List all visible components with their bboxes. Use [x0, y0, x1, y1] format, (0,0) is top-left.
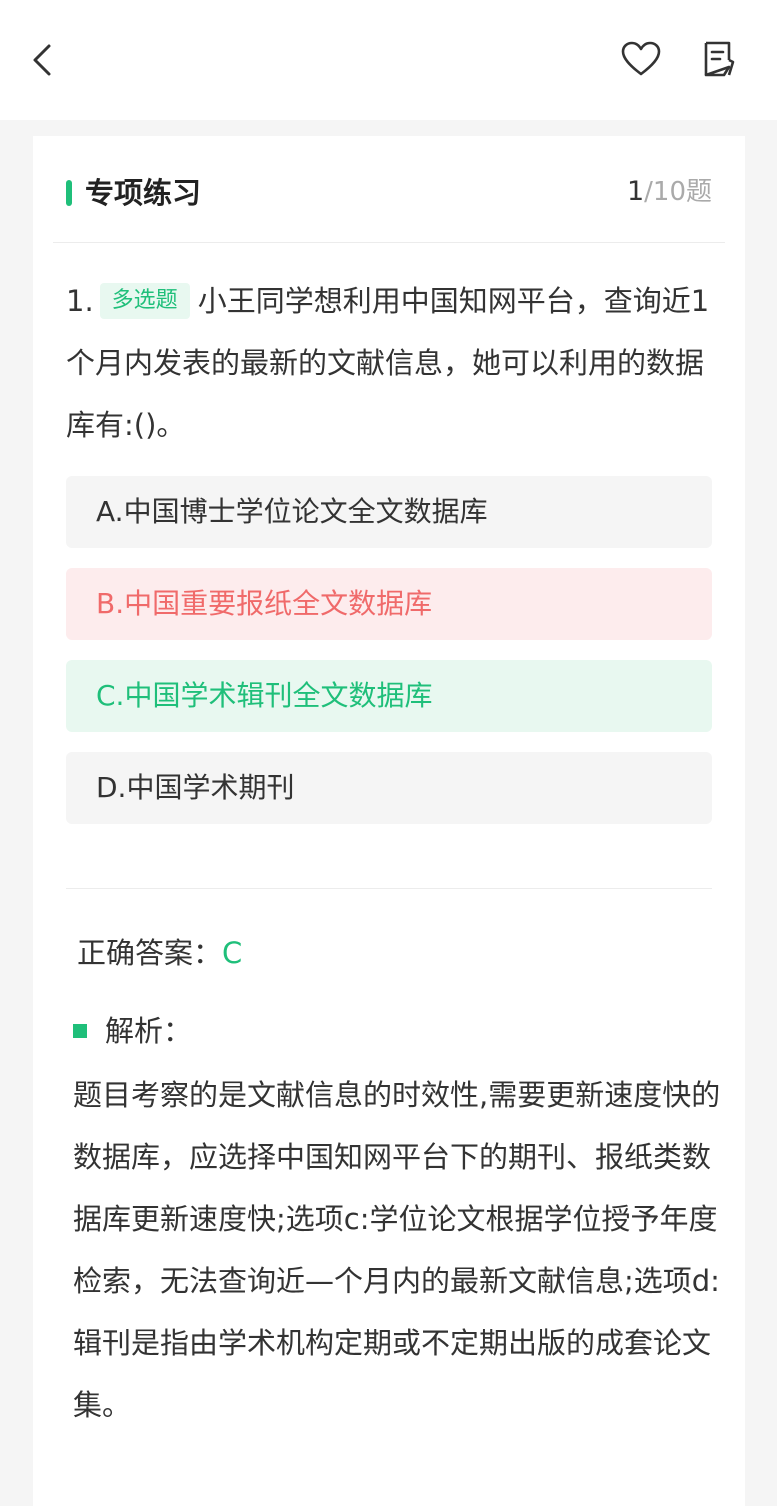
- answer-divider: [66, 888, 712, 889]
- question-counter: 1/10题: [627, 172, 712, 212]
- analysis-title: 解析：: [105, 1014, 193, 1048]
- analysis-header: 解析：: [73, 1006, 192, 1056]
- answer-value: C: [222, 936, 243, 970]
- question-card: 专项练习 1/10题 1. 多选题 小王同学想利用中国知网平台，查询近1个月内发表的…: [33, 136, 745, 1506]
- counter-total: /10题: [644, 177, 712, 207]
- notes-icon: [704, 41, 735, 77]
- question-type-tag: 多选题: [99, 283, 190, 319]
- heart-icon: [621, 41, 661, 76]
- section-header: 专项练习 1/10题: [33, 136, 745, 244]
- notes-button[interactable]: [698, 36, 740, 82]
- analysis-marker-icon: [73, 1024, 87, 1038]
- correct-answer: 正确答案：C: [77, 928, 242, 978]
- option-c-correct[interactable]: C.中国学术辑刊全文数据库: [66, 660, 712, 732]
- chevron-left-icon: [33, 44, 51, 76]
- section-accent-bar: [66, 180, 72, 206]
- option-d[interactable]: D.中国学术期刊: [66, 752, 712, 824]
- counter-current: 1: [626, 176, 645, 207]
- question-number: 1.: [66, 284, 94, 318]
- header-divider: [53, 242, 725, 243]
- favorite-button[interactable]: [618, 36, 664, 82]
- analysis-text: 题目考察的是文献信息的时效性,需要更新速度快的数据库，应选择中国知网平台下的期刊…: [73, 1078, 721, 1422]
- top-bar: [0, 0, 777, 120]
- question-stem: 1. 多选题 小王同学想利用中国知网平台，查询近1个月内发表的最新的文献信息，她可以…: [66, 270, 726, 456]
- option-b-wrong[interactable]: B.中国重要报纸全文数据库: [66, 568, 712, 640]
- answer-label: 正确答案：: [77, 936, 223, 970]
- option-a[interactable]: A.中国博士学位论文全文数据库: [66, 476, 712, 548]
- back-button[interactable]: [22, 36, 62, 84]
- section-title: 专项练习: [85, 176, 202, 210]
